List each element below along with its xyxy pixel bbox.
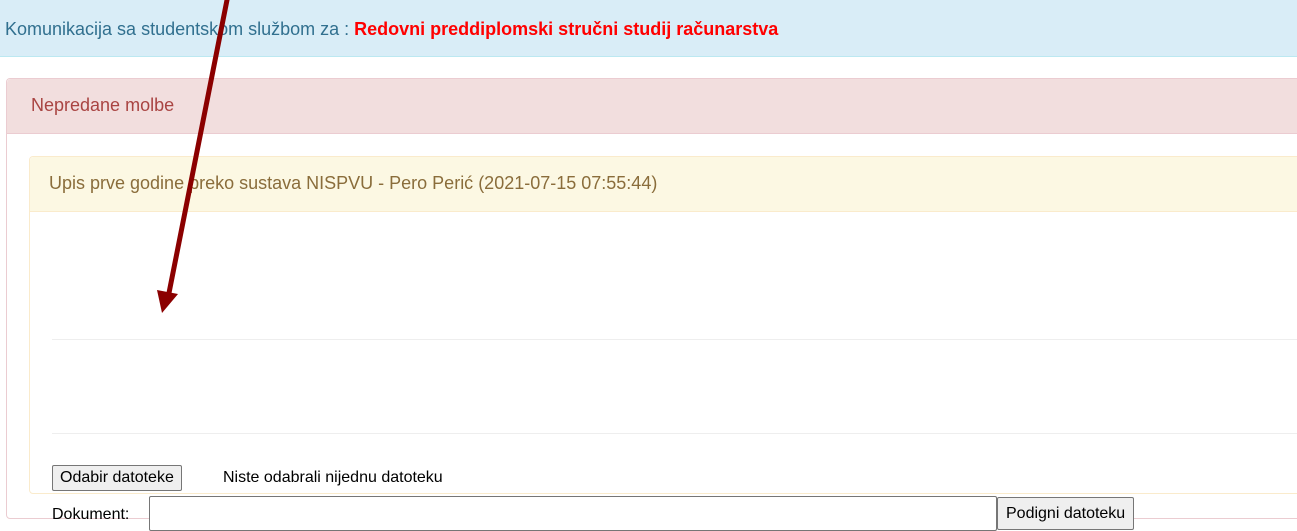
request-title: Upis prve godine preko sustava NISPVU - … [49, 173, 658, 193]
file-status-text: Niste odabrali nijednu datoteku [223, 469, 443, 486]
request-panel: Upis prve godine preko sustava NISPVU - … [29, 156, 1297, 531]
document-label: Dokument: [52, 506, 130, 523]
divider-top [52, 339, 1297, 340]
divider-bottom [52, 433, 1297, 434]
choose-file-button[interactable]: Odabir datoteke [52, 465, 182, 491]
pending-requests-title: Nepredane molbe [31, 95, 175, 115]
study-program-name: Redovni preddiplomski stručni studij rač… [354, 19, 779, 39]
document-input[interactable] [149, 496, 997, 531]
pending-requests-panel: Nepredane molbe Upis prve godine preko s… [6, 78, 1297, 531]
upload-file-button[interactable]: Podigni datoteku [997, 497, 1135, 530]
study-header-prefix: Komunikacija sa studentskom službom za : [5, 19, 355, 39]
study-header-bar: Komunikacija sa studentskom službom za :… [0, 0, 1297, 57]
study-header-text: Komunikacija sa studentskom službom za :… [5, 19, 778, 40]
request-heading: Upis prve godine preko sustava NISPVU - … [30, 157, 1297, 212]
pending-requests-heading: Nepredane molbe [7, 79, 1297, 134]
